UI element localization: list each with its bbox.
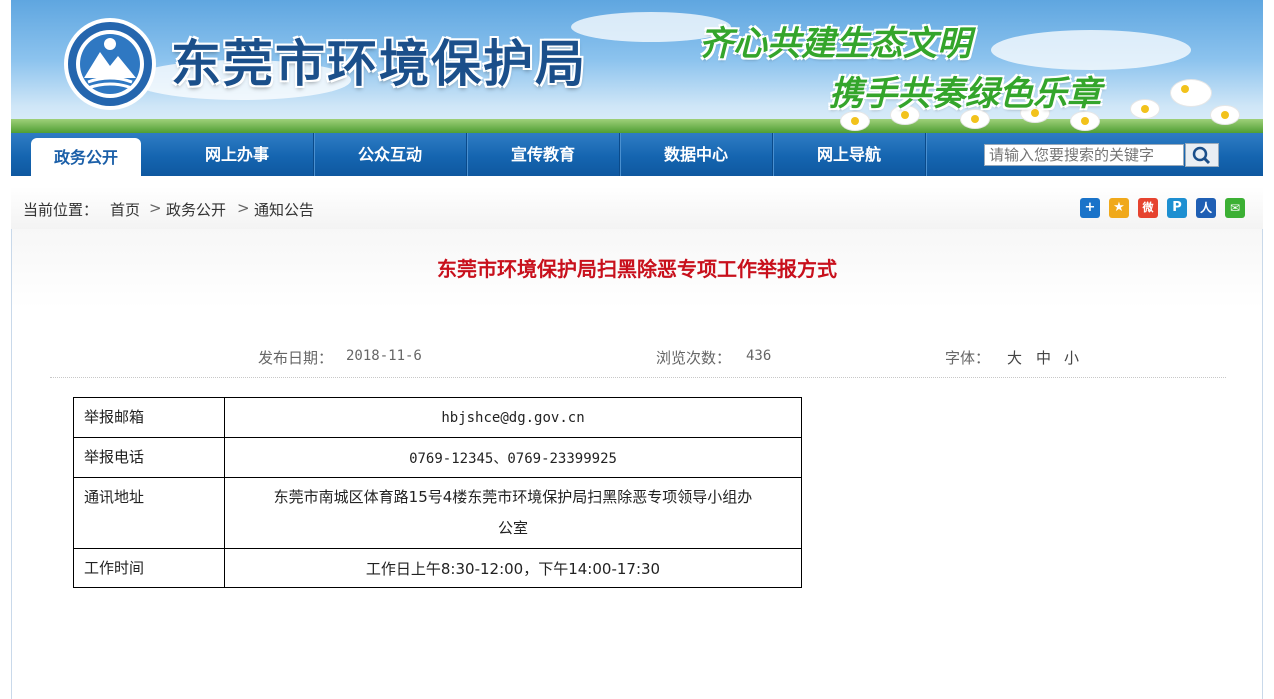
site-name: 东莞市环境保护局 bbox=[171, 35, 587, 93]
breadcrumb-bar: 当前位置： 首页 > 政务公开 > 通知公告 + ★ 微 P 人 ✉ bbox=[11, 187, 1263, 230]
view-count: 436 bbox=[746, 348, 772, 364]
report-email: hbjshce@dg.gov.cn bbox=[224, 397, 802, 438]
working-hours: 工作日上午8:30-12:00，下午14:00-17:30 bbox=[224, 548, 802, 588]
table-row: 举报邮箱 hbjshce@dg.gov.cn bbox=[73, 397, 802, 438]
table-key-cell: 举报邮箱 bbox=[73, 397, 225, 438]
slogan-line-1: 齐心共建生态文明 bbox=[699, 24, 971, 64]
article-container: 东莞市环境保护局扫黑除恶专项工作举报方式 发布日期： 2018-11-6 浏览次… bbox=[11, 229, 1263, 699]
search-button[interactable] bbox=[1185, 143, 1219, 167]
qzone-icon[interactable]: ★ bbox=[1109, 198, 1129, 218]
table-row: 举报电话 0769-12345、0769-23399925 bbox=[73, 437, 802, 478]
wechat-icon[interactable]: ✉ bbox=[1225, 198, 1245, 218]
weibo-icon[interactable]: 微 bbox=[1138, 198, 1158, 218]
table-row: 工作时间 工作日上午8:30-12:00，下午14:00-17:30 bbox=[73, 548, 802, 588]
nav-item-data-center[interactable]: 数据中心 bbox=[620, 133, 773, 176]
nav-item-public-interaction[interactable]: 公众互动 bbox=[314, 133, 467, 176]
mailing-address-line-2: 公室 bbox=[497, 519, 528, 537]
search-icon bbox=[1192, 146, 1211, 165]
nav-item-publicity-education[interactable]: 宣传教育 bbox=[467, 133, 620, 176]
nav-item-government-affairs[interactable]: 政务公开 bbox=[31, 138, 141, 176]
font-size-medium-link[interactable]: 中 bbox=[1036, 347, 1051, 368]
daisy-decoration bbox=[1171, 80, 1211, 106]
publish-date: 2018-11-6 bbox=[346, 348, 422, 364]
renren-icon[interactable]: 人 bbox=[1196, 198, 1216, 218]
breadcrumb-separator: > bbox=[149, 199, 162, 217]
breadcrumb-separator: > bbox=[237, 199, 250, 217]
main-navigation: 政务公开 网上办事 公众互动 宣传教育 数据中心 网上导航 bbox=[11, 133, 1263, 176]
publish-date-label: 发布日期： bbox=[258, 349, 334, 367]
cloud-decoration bbox=[991, 30, 1191, 70]
nav-item-online-services[interactable]: 网上办事 bbox=[161, 133, 314, 176]
breadcrumb-home-link[interactable]: 首页 bbox=[110, 199, 140, 220]
daisy-decoration bbox=[1131, 100, 1159, 118]
nav-item-site-navigation[interactable]: 网上导航 bbox=[773, 133, 926, 176]
daisy-decoration bbox=[1211, 106, 1239, 124]
breadcrumb-government-affairs-link[interactable]: 政务公开 bbox=[166, 199, 226, 220]
mailing-address-line-1: 东莞市南城区体育路15号4楼东莞市环境保护局扫黑除恶专项领导小组办 bbox=[273, 488, 753, 506]
search-input[interactable] bbox=[984, 144, 1184, 166]
header-banner: 东莞市环境保护局 齐心共建生态文明 携手共奏绿色乐章 bbox=[11, 0, 1263, 133]
table-row: 通讯地址 东莞市南城区体育路15号4楼东莞市环境保护局扫黑除恶专项领导小组办 公… bbox=[73, 477, 802, 549]
font-size-small-link[interactable]: 小 bbox=[1064, 347, 1079, 368]
report-phone: 0769-12345、0769-23399925 bbox=[224, 437, 802, 478]
article-title: 东莞市环境保护局扫黑除恶专项工作举报方式 bbox=[437, 257, 837, 281]
font-size-label: 字体： bbox=[945, 349, 991, 367]
environmental-protection-emblem bbox=[64, 18, 156, 110]
view-count-label: 浏览次数： bbox=[656, 349, 732, 367]
mailing-address: 东莞市南城区体育路15号4楼东莞市环境保护局扫黑除恶专项领导小组办 公室 bbox=[224, 477, 802, 549]
report-info-table: 举报邮箱 hbjshce@dg.gov.cn 举报电话 0769-12345、0… bbox=[73, 397, 802, 588]
tencent-weibo-icon[interactable]: P bbox=[1167, 198, 1187, 218]
table-key-cell: 工作时间 bbox=[73, 548, 225, 588]
breadcrumb-prefix: 当前位置： bbox=[23, 201, 99, 219]
meta-divider bbox=[50, 377, 1226, 378]
breadcrumb-notices-link[interactable]: 通知公告 bbox=[254, 199, 314, 220]
table-key-cell: 通讯地址 bbox=[73, 477, 225, 549]
add-share-icon[interactable]: + bbox=[1080, 198, 1100, 218]
table-key-cell: 举报电话 bbox=[73, 437, 225, 478]
font-size-large-link[interactable]: 大 bbox=[1007, 347, 1022, 368]
slogan-line-2: 携手共奏绿色乐章 bbox=[829, 74, 1101, 114]
